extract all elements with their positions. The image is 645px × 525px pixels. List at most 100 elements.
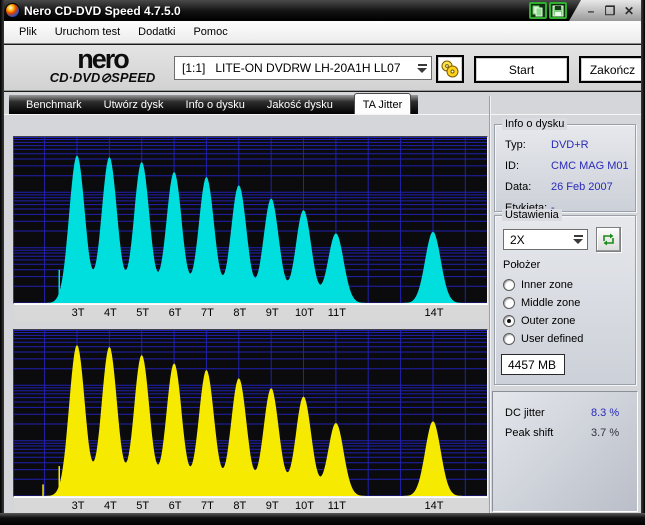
chart-plot-area-top [14,137,487,303]
title-bar: Nero CD-DVD Speed 4.7.5.0 – ❒ ✕ [0,0,645,21]
position-label: Położer [503,259,540,271]
drive-select-value: [1:1] LITE-ON DVDRW LH-20A1H LL07 [175,61,413,75]
x-tick-label-14t: 14T [424,307,443,319]
x-tick-label-8t: 8T [233,307,246,319]
disc-info-label: Typ: [505,139,526,151]
x-tick-label-10t: 10T [295,500,314,512]
window-controls: – ❒ ✕ [569,0,641,21]
radio-outer-zone[interactable]: Outer zone [503,313,575,328]
radio-label: Middle zone [521,297,580,309]
x-tick-label-6t: 6T [169,307,182,319]
x-tick-label-10t: 10T [295,307,314,319]
clipboard-copy-icon [532,5,544,17]
close-button[interactable]: ✕ [621,3,637,18]
tab-info-o-dysku[interactable]: Info o dysku [175,99,256,111]
radio-inner-zone[interactable]: Inner zone [503,277,573,292]
chart-x-axis-bottom: 3T 4T 5T 6T 7T 8T 9T 10T 11T 14T [14,497,488,514]
tab-jako-dysku[interactable]: Jakość dysku [256,99,344,111]
x-tick-label-5t: 5T [136,307,149,319]
jitter-results-panel: DC jitter8.3 % Peak shift 3.7 % [492,391,638,512]
x-tick-label-11t: 11T [328,307,346,319]
radio-label: Outer zone [521,315,575,327]
chevron-down-icon[interactable] [569,230,587,249]
window-border-right [641,0,645,525]
window-border-bottom [0,513,645,525]
radio-button-icon[interactable] [503,315,515,327]
result-label: DC jitter [505,407,545,419]
x-tick-label-4t: 4T [104,500,117,512]
radio-button-icon[interactable] [503,279,515,291]
window-title: Nero CD-DVD Speed 4.7.5.0 [24,4,181,18]
nero-logo: nero CD·DVD⊘SPEED [30,48,175,86]
radio-label: User defined [521,333,583,345]
result-row-dc-jitter: DC jitter8.3 % [505,407,629,423]
x-tick-label-6t: 6T [169,500,182,512]
nero-logo-text: nero [30,48,175,70]
x-tick-label-4t: 4T [104,307,117,319]
radio-middle-zone[interactable]: Middle zone [503,295,580,310]
disc-info-button[interactable] [436,55,464,83]
tab-ta-jitter[interactable]: TA Jitter [354,93,411,115]
refresh-button[interactable] [596,227,621,252]
radio-button-icon[interactable] [503,297,515,309]
radio-button-icon[interactable] [503,333,515,345]
exit-button[interactable]: Zakończ [579,56,645,83]
tab-utw-rz-dysk[interactable]: Utwórz dysk [93,99,175,111]
disc-info-label: ID: [505,160,519,172]
minimize-button[interactable]: – [583,3,599,18]
menu-item-pomoc[interactable]: Pomoc [184,23,236,41]
x-tick-label-11t: 11T [328,500,346,512]
menu-item-dodatki[interactable]: Dodatki [129,23,184,41]
drive-select-combobox[interactable]: [1:1] LITE-ON DVDRW LH-20A1H LL07 [174,56,432,80]
cd-dvd-speed-logo-text: CD·DVD⊘SPEED [30,70,175,86]
tab-underline [4,114,641,115]
menu-item-uruchom-test[interactable]: Uruchom test [46,23,129,41]
disc-info-row-data: Data:26 Feb 2007 [505,181,629,197]
x-tick-label-7t: 7T [201,500,214,512]
yellow-discs-icon [440,59,460,79]
menu-item-plik[interactable]: Plik [10,23,46,41]
settings-group: Ustawienia 2X Położer Inner zoneMiddle z… [494,215,636,385]
ta-jitter-chart-top [13,136,488,304]
disc-info-group: Info o dysku Typ:DVD+RID:CMC MAG M01Data… [494,124,636,212]
disc-info-value: 26 Feb 2007 [551,181,613,193]
app-cd-speed-icon [5,3,20,18]
chart-x-axis-top: 3T 4T 5T 6T 7T 8T 9T 10T 11T 14T [14,304,488,322]
x-tick-label-9t: 9T [266,307,279,319]
disc-info-row-typ: Typ:DVD+R [505,139,629,155]
refresh-arrows-icon [601,232,616,247]
disc-info-value: CMC MAG M01 [551,160,629,172]
x-tick-label-8t: 8T [233,500,246,512]
x-tick-label-3t: 3T [72,307,85,319]
save-report-button[interactable] [549,2,567,19]
application-window: Nero CD-DVD Speed 4.7.5.0 – ❒ ✕ [0,0,645,525]
chevron-down-icon[interactable] [413,57,431,79]
settings-group-title: Ustawienia [502,209,562,221]
exit-button-label: Zakończ [590,63,635,77]
active-tab-label: TA Jitter [363,99,403,111]
result-label: Peak shift [505,427,553,439]
x-tick-label-9t: 9T [266,500,279,512]
chart-plot-area-bottom [14,330,487,496]
speed-select-value: 2X [504,233,569,247]
radio-label: Inner zone [521,279,573,291]
panel-separator-highlight [490,96,491,513]
radio-user-defined[interactable]: User defined [503,331,583,346]
floppy-save-icon [552,5,564,17]
tab-benchmark[interactable]: Benchmark [15,99,93,111]
disc-info-row-id: ID: CMC MAG M01 [505,160,629,176]
maximize-button[interactable]: ❒ [602,3,618,18]
x-tick-label-7t: 7T [201,307,214,319]
result-value: 3.7 % [591,427,619,439]
speed-select-combobox[interactable]: 2X [503,229,588,250]
start-button[interactable]: Start [474,56,569,83]
x-tick-label-5t: 5T [136,500,149,512]
x-tick-label-14t: 14T [424,500,443,512]
clipboard-copy-button[interactable] [529,2,547,19]
start-button-label: Start [509,63,534,77]
window-border-left [0,0,4,525]
menu-bar: PlikUruchom testDodatkiPomoc [4,21,641,44]
x-tick-label-3t: 3T [72,500,85,512]
disc-info-group-title: Info o dysku [502,118,567,130]
size-field[interactable]: 4457 MB [501,354,565,375]
